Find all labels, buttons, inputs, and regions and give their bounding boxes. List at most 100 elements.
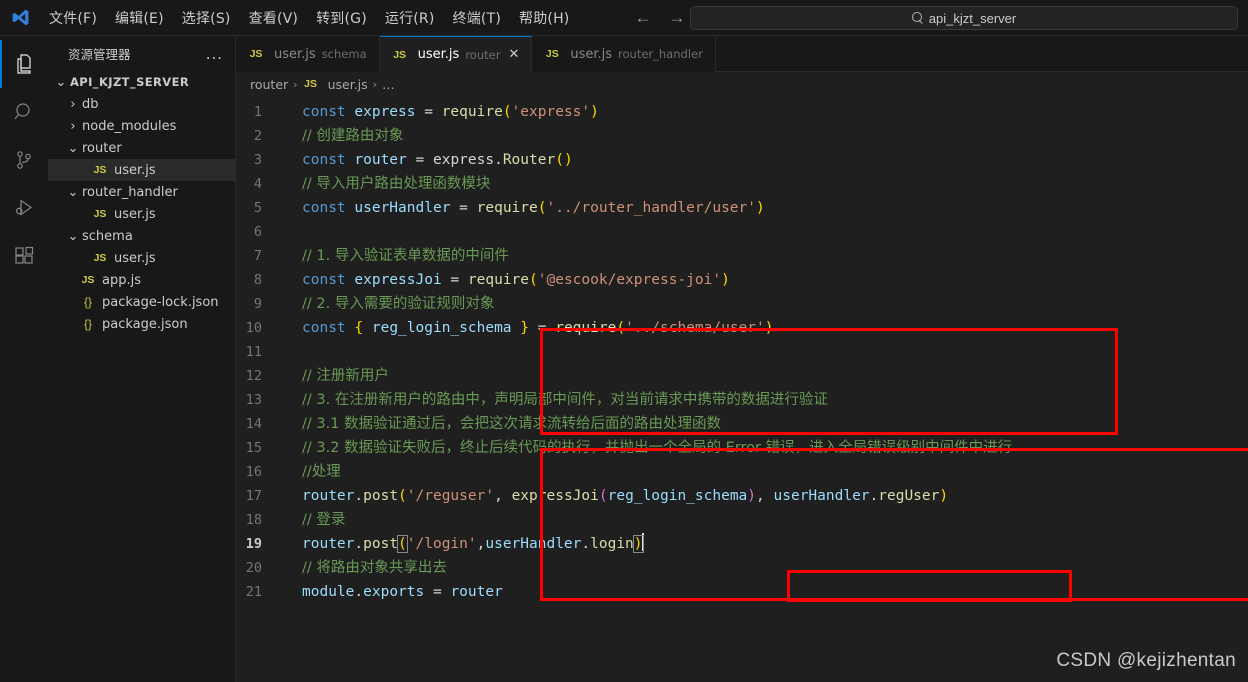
tree-item-node_modules-2[interactable]: › node_modules [48, 115, 235, 137]
json-file-icon: {} [83, 317, 92, 331]
line-number: 18 [245, 512, 262, 528]
tree-item-user.js-6[interactable]: JS user.js [48, 203, 235, 225]
close-icon[interactable]: ✕ [508, 47, 519, 62]
code-line-9: 9 // 2. 导入需要的验证规则对象 [236, 292, 1248, 316]
tree-item-user.js-8[interactable]: JS user.js [48, 247, 235, 269]
watermark: CSDN @kejizhentan [1056, 650, 1236, 671]
vscode-window: 文件(F) 编辑(E) 选择(S) 查看(V) 转到(G) 运行(R) 终端(T… [0, 0, 1248, 682]
explorer-sidebar: 资源管理器 ... ⌄ API_KJZT_SERVER › db › node_modul… [48, 36, 236, 682]
code-token: . [494, 152, 503, 168]
quick-input-bar[interactable]: api_kjzt_server [690, 6, 1238, 30]
code-token: // 1. 导入验证表单数据的中间件 [302, 248, 509, 264]
text-cursor [641, 533, 644, 551]
js-file-icon: JS [93, 164, 107, 176]
breadcrumb-ellipsis[interactable]: … [382, 77, 395, 92]
code-token: reg_login_schema [607, 488, 748, 504]
explorer-title: 资源管理器 [68, 47, 131, 62]
tree-item-package-lock.json-10[interactable]: {} package-lock.json [48, 291, 235, 313]
editor-tab-router[interactable]: JS user.js router ✕ [379, 36, 533, 72]
back-arrow-icon[interactable]: ← [634, 9, 652, 26]
editor-tab-description: router [465, 47, 501, 62]
chevron-down-icon: ⌄ [67, 140, 79, 156]
more-actions-icon[interactable]: ... [206, 45, 229, 63]
tree-item-user.js-4[interactable]: JS user.js [48, 159, 235, 181]
editor-tab-router_handler[interactable]: JS user.js router_handler [532, 36, 716, 72]
code-line-18: 18 // 登录 [236, 508, 1248, 532]
code-token: ) [721, 272, 730, 288]
tree-item-schema-7[interactable]: ⌄ schema [48, 225, 235, 247]
code-text: const userHandler = require('../router_h… [284, 196, 765, 220]
line-number: 16 [245, 464, 262, 480]
code-token: , [756, 488, 774, 504]
code-token: post [363, 536, 399, 552]
code-token: router [302, 536, 355, 552]
tree-item-router_handler-5[interactable]: ⌄ router_handler [48, 181, 235, 203]
code-token: '../schema/user' [625, 320, 765, 336]
menu-go[interactable]: 转到(G) [307, 0, 376, 35]
code-editor[interactable]: 1 const express = require('express') 2// 创… [236, 96, 1248, 682]
activity-explorer-icon[interactable] [0, 40, 48, 88]
code-text: const router = express.Router() [284, 148, 573, 172]
code-line-12: 12 // 注册新用户 [236, 364, 1248, 388]
line-number: 4 [253, 176, 262, 192]
activity-run-debug-icon[interactable] [0, 184, 48, 232]
code-token: router [450, 584, 503, 600]
code-token: = [406, 152, 433, 168]
code-token: reg_login_schema [371, 320, 512, 336]
line-number: 13 [245, 392, 262, 408]
code-text: module.exports = router [284, 580, 503, 604]
code-token: ) [764, 320, 774, 336]
activity-extensions-icon[interactable] [0, 232, 48, 280]
menu-file[interactable]: 文件(F) [40, 0, 106, 35]
tree-item-label: API_KJZT_SERVER [70, 75, 190, 89]
code-text: // 导入用户路由处理函数模块 [284, 172, 490, 196]
code-text: const express = require('express') [284, 100, 599, 124]
code-token: () [555, 152, 573, 168]
tree-item-router-3[interactable]: ⌄ router [48, 137, 235, 159]
editor-tab-name: user.js [274, 46, 316, 62]
menu-view[interactable]: 查看(V) [240, 0, 308, 35]
chevron-down-icon: ⌄ [55, 74, 67, 90]
menu-select[interactable]: 选择(S) [173, 0, 240, 35]
line-number: 14 [245, 416, 262, 432]
code-token: 'express' [511, 104, 591, 120]
chevron-right-icon: › [70, 118, 76, 134]
code-token: ) [755, 200, 765, 216]
code-token: require [555, 320, 617, 336]
tree-item-app.js-9[interactable]: JS app.js [48, 269, 235, 291]
menu-terminal[interactable]: 终端(T) [444, 0, 510, 35]
menu-run[interactable]: 运行(R) [376, 0, 444, 35]
code-text: // 2. 导入需要的验证规则对象 [284, 292, 494, 316]
tree-item-package.json-11[interactable]: {} package.json [48, 313, 235, 335]
code-text: //处理 [284, 460, 341, 484]
activity-search-icon[interactable] [0, 88, 48, 136]
tree-item-db-1[interactable]: › db [48, 93, 235, 115]
tree-item-label: router [82, 140, 122, 156]
tree-item-API_KJZT_SERVER-0[interactable]: ⌄ API_KJZT_SERVER [48, 71, 235, 93]
code-token: require [467, 272, 530, 288]
editor-area: JS user.js schema JS user.js router ✕ JS user.js… [236, 36, 1248, 682]
menu-edit[interactable]: 编辑(E) [106, 0, 173, 35]
activity-source-control-icon[interactable] [0, 136, 48, 184]
forward-arrow-icon[interactable]: → [668, 9, 686, 26]
line-number: 1 [253, 104, 262, 120]
code-token: = [441, 272, 468, 288]
code-token: '/reguser' [406, 488, 495, 504]
code-token: '../router_handler/user' [546, 200, 756, 216]
code-token: ( [598, 488, 608, 504]
code-token: . [354, 488, 364, 504]
code-token: post [363, 488, 399, 504]
menu-help[interactable]: 帮助(H) [510, 0, 578, 35]
vscode-logo-icon [0, 8, 40, 27]
code-text: // 3.1 数据验证通过后，会把这次请求流转给后面的路由处理函数 [284, 412, 721, 436]
code-token: const [302, 104, 355, 120]
line-number: 7 [253, 248, 262, 264]
breadcrumb-folder[interactable]: router [250, 77, 288, 92]
code-line-17: 17 router.post('/reguser', expressJoi(reg… [236, 484, 1248, 508]
code-line-14: 14 // 3.1 数据验证通过后，会把这次请求流转给后面的路由处理函数 [236, 412, 1248, 436]
code-token: expressJoi [511, 488, 599, 504]
tree-item-label: user.js [114, 250, 156, 266]
tree-item-label: app.js [102, 272, 141, 288]
breadcrumb-file[interactable]: user.js [328, 77, 368, 92]
editor-tab-schema[interactable]: JS user.js schema [236, 36, 380, 72]
